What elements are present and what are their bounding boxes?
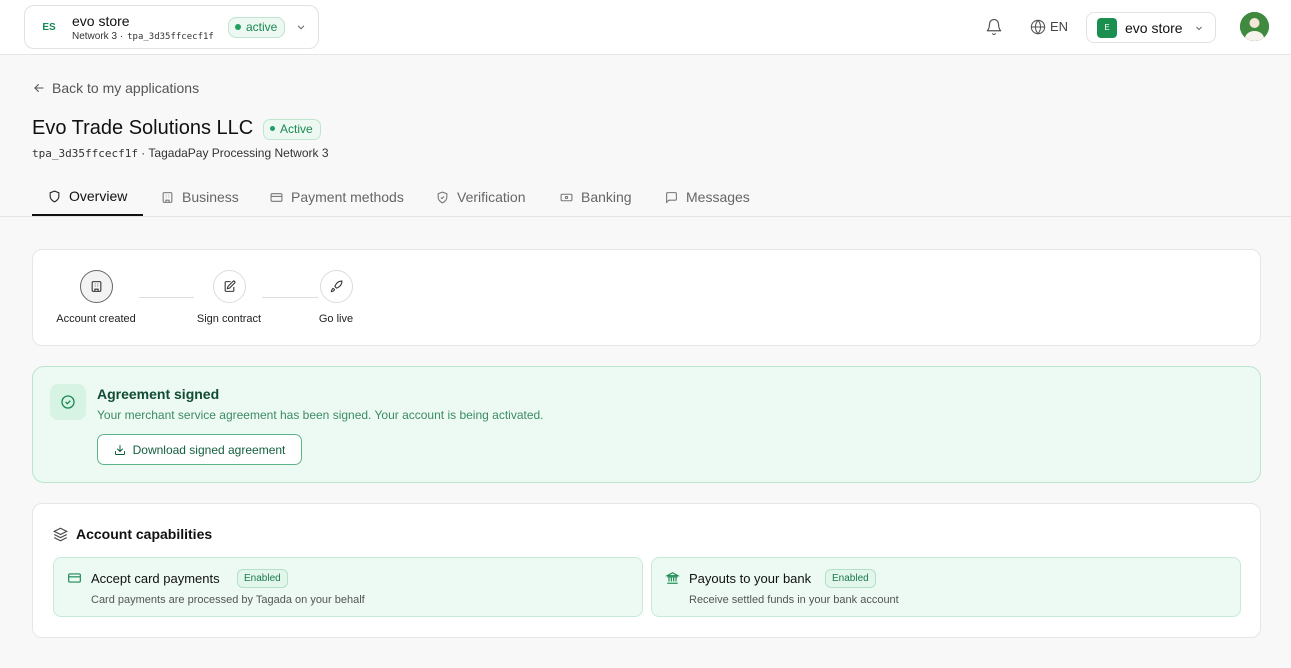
arrow-left-icon bbox=[34, 83, 44, 93]
agreement-title: Agreement signed bbox=[97, 386, 220, 402]
tab-messages-label: Messages bbox=[686, 189, 750, 205]
step-label: Account created bbox=[56, 313, 136, 325]
rocket-icon bbox=[330, 280, 342, 293]
account-capabilities-card: Account capabilities Accept card payment… bbox=[32, 503, 1261, 638]
step-sign-contract: Sign contract bbox=[191, 270, 267, 325]
step-circle bbox=[212, 270, 246, 303]
application-id: tpa_3d35ffcecf1f bbox=[32, 147, 138, 160]
application-subtitle: tpa_3d35ffcecf1f · TagadaPay Processing … bbox=[32, 146, 329, 160]
application-status-badge: Active bbox=[263, 119, 321, 140]
capabilities-heading: Account capabilities bbox=[53, 526, 212, 542]
capability-title: Accept card payments bbox=[91, 571, 220, 586]
store-switcher[interactable]: ES evo store Network 3 · tpa_3d35ffcecf1f… bbox=[24, 5, 319, 49]
step-account-created: Account created bbox=[53, 270, 139, 325]
step-label: Go live bbox=[318, 313, 354, 325]
capability-description: Receive settled funds in your bank accou… bbox=[689, 594, 899, 606]
agreement-status-icon-box bbox=[50, 384, 86, 420]
layers-icon bbox=[53, 527, 68, 541]
network-label: · TagadaPay Processing Network 3 bbox=[137, 146, 329, 160]
capability-status-badge: Enabled bbox=[237, 569, 288, 588]
banknote-icon bbox=[560, 193, 573, 201]
capabilities-title: Account capabilities bbox=[76, 526, 213, 542]
tab-business-label: Business bbox=[182, 189, 239, 205]
user-avatar-icon bbox=[1240, 12, 1269, 41]
building-icon bbox=[162, 191, 173, 203]
shield-check-icon bbox=[437, 191, 448, 204]
shield-icon bbox=[49, 190, 60, 203]
user-avatar[interactable] bbox=[1240, 12, 1269, 41]
step-connector bbox=[262, 297, 318, 298]
store-meta: Network 3 · tpa_3d35ffcecf1f bbox=[72, 31, 214, 42]
tab-messages[interactable]: Messages bbox=[665, 178, 750, 216]
store-status-badge: active bbox=[228, 17, 286, 38]
store-id: tpa_3d35ffcecf1f bbox=[127, 32, 214, 42]
account-logo: E bbox=[1097, 18, 1117, 38]
tab-business[interactable]: Business bbox=[161, 178, 239, 216]
check-circle-icon bbox=[61, 395, 75, 409]
step-go-live: Go live bbox=[313, 270, 359, 325]
tab-payment-methods-label: Payment methods bbox=[291, 189, 404, 205]
step-label: Sign contract bbox=[196, 313, 262, 325]
page-title: Evo Trade Solutions LLC bbox=[32, 117, 254, 139]
tab-verification[interactable]: Verification bbox=[436, 178, 525, 216]
chevron-down-icon bbox=[297, 25, 305, 30]
chevron-down-icon bbox=[1196, 26, 1202, 31]
step-circle bbox=[319, 270, 353, 303]
bell-icon[interactable] bbox=[985, 18, 1003, 36]
tab-overview-label: Overview bbox=[69, 188, 128, 204]
onboarding-progress-card: Account created Sign contract Go live bbox=[32, 249, 1261, 346]
capability-payouts: Payouts to your bank Enabled Receive set… bbox=[651, 557, 1241, 617]
language-selector[interactable]: EN bbox=[1050, 19, 1068, 34]
capability-title: Payouts to your bank bbox=[689, 571, 812, 586]
download-agreement-button[interactable]: Download signed agreement bbox=[97, 434, 302, 465]
top-bar: ES evo store Network 3 · tpa_3d35ffcecf1f… bbox=[0, 0, 1291, 55]
store-status-label: active bbox=[246, 20, 278, 34]
application-status-label: Active bbox=[280, 122, 313, 136]
card-icon bbox=[270, 192, 283, 202]
store-network: Network 3 bbox=[72, 31, 118, 42]
back-link[interactable]: Back to my applications bbox=[32, 80, 199, 96]
capability-card-payments: Accept card payments Enabled Card paymen… bbox=[53, 557, 643, 617]
capability-status-badge: Enabled bbox=[825, 569, 876, 588]
tab-payment-methods[interactable]: Payment methods bbox=[270, 178, 404, 216]
account-name: evo store bbox=[1125, 20, 1183, 36]
tab-banking-label: Banking bbox=[581, 189, 632, 205]
card-icon bbox=[68, 573, 81, 583]
download-agreement-label: Download signed agreement bbox=[132, 442, 286, 457]
status-dot-icon bbox=[270, 126, 275, 131]
tab-banking[interactable]: Banking bbox=[560, 178, 632, 216]
message-icon bbox=[666, 191, 677, 204]
step-circle bbox=[79, 270, 113, 303]
pen-document-icon bbox=[224, 280, 236, 292]
back-link-label: Back to my applications bbox=[52, 80, 200, 96]
step-connector bbox=[139, 297, 194, 298]
status-dot-icon bbox=[235, 24, 241, 30]
globe-icon[interactable] bbox=[1030, 19, 1046, 35]
building-icon bbox=[91, 281, 101, 292]
tab-verification-label: Verification bbox=[457, 189, 526, 205]
store-name: evo store bbox=[72, 13, 130, 29]
agreement-signed-card: Agreement signed Your merchant service a… bbox=[32, 366, 1261, 483]
tab-overview[interactable]: Overview bbox=[32, 178, 143, 216]
bank-icon bbox=[665, 572, 680, 584]
capability-description: Card payments are processed by Tagada on… bbox=[91, 594, 365, 606]
tab-bar: Overview Business Payment methods Verifi… bbox=[0, 178, 1291, 217]
agreement-description: Your merchant service agreement has been… bbox=[97, 408, 544, 422]
account-switcher[interactable]: E evo store bbox=[1086, 12, 1216, 43]
download-icon bbox=[114, 444, 125, 455]
store-initials: ES bbox=[42, 22, 56, 33]
